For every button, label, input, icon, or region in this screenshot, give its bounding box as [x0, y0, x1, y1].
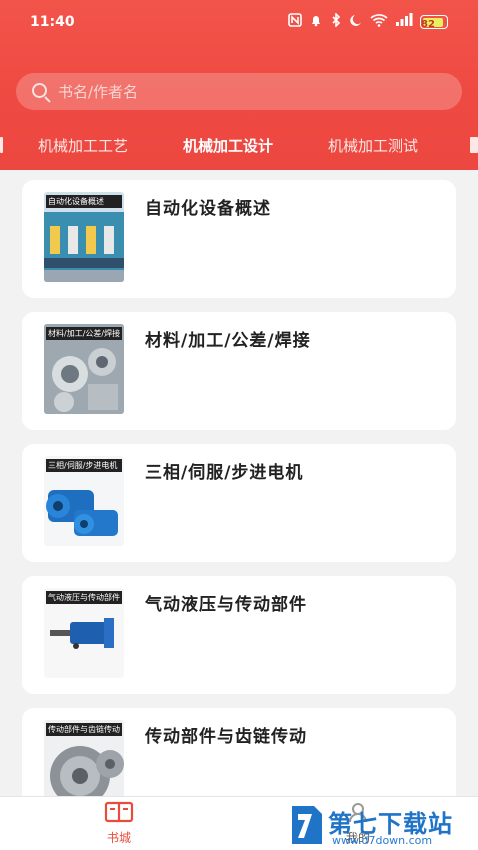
tab-mechanical-test[interactable]: 机械加工测试: [328, 135, 418, 156]
book-cover: 气动液压与传动部件: [44, 588, 124, 678]
cover-label: 自动化设备概述: [46, 195, 122, 208]
cover-label: 三相/伺服/步进电机: [46, 459, 122, 472]
book-card[interactable]: 三相/伺服/步进电机 三相/伺服/步进电机: [22, 444, 456, 562]
book-title: 传动部件与齿链传动: [145, 727, 307, 747]
search-icon: [30, 81, 52, 103]
book-cover: 三相/伺服/步进电机: [44, 456, 124, 546]
tab-edge-left: [0, 137, 3, 153]
signal-icon: [395, 13, 413, 31]
cover-label: 气动液压与传动部件: [46, 591, 122, 604]
status-time: 11:40: [30, 14, 75, 30]
bluetooth-icon: [330, 12, 342, 31]
battery-level: 82: [421, 19, 435, 30]
tab-mechanical-process[interactable]: 机械加工工艺: [38, 135, 128, 156]
nfc-icon: [288, 13, 302, 31]
moon-icon: [349, 13, 363, 31]
book-card[interactable]: 材料/加工/公差/焊接 材料/加工/公差/焊接: [22, 312, 456, 430]
cover-label: 传动部件与齿链传动: [46, 723, 122, 736]
book-card[interactable]: 自动化设备概述 自动化设备概述: [22, 180, 456, 298]
book-title: 材料/加工/公差/焊接: [145, 331, 311, 351]
book-cover: 材料/加工/公差/焊接: [44, 324, 124, 414]
book-cover: 自动化设备概述: [44, 192, 124, 282]
book-icon: [104, 801, 134, 827]
book-card[interactable]: 气动液压与传动部件 气动液压与传动部件: [22, 576, 456, 694]
watermark: 第七下载站 www.d7down.com: [282, 800, 478, 850]
book-title: 自动化设备概述: [145, 199, 271, 219]
category-tabs: 机械加工工艺 机械加工设计 机械加工测试: [0, 126, 478, 164]
header: 11:40 82 书名/作者名 机械加工工艺 机械加工设计 机械加工测试: [0, 0, 478, 170]
alarm-icon: [309, 13, 323, 31]
status-bar: 11:40 82: [0, 0, 478, 44]
tab-edge-right: [470, 137, 478, 153]
search-bar[interactable]: [16, 73, 462, 110]
status-icons: 82: [288, 12, 448, 31]
watermark-logo-icon: [286, 804, 326, 850]
wifi-icon: [370, 13, 388, 31]
tab-mechanical-design[interactable]: 机械加工设计: [183, 135, 273, 156]
battery-icon: 82: [420, 15, 448, 30]
book-title: 三相/伺服/步进电机: [145, 463, 304, 483]
book-title: 气动液压与传动部件: [145, 595, 307, 615]
nav-label-bookstore: 书城: [106, 831, 131, 845]
cover-label: 材料/加工/公差/焊接: [46, 327, 122, 340]
search-input[interactable]: [58, 82, 438, 101]
watermark-url: www.d7down.com: [332, 834, 433, 847]
nav-bookstore[interactable]: 书城: [89, 801, 149, 846]
